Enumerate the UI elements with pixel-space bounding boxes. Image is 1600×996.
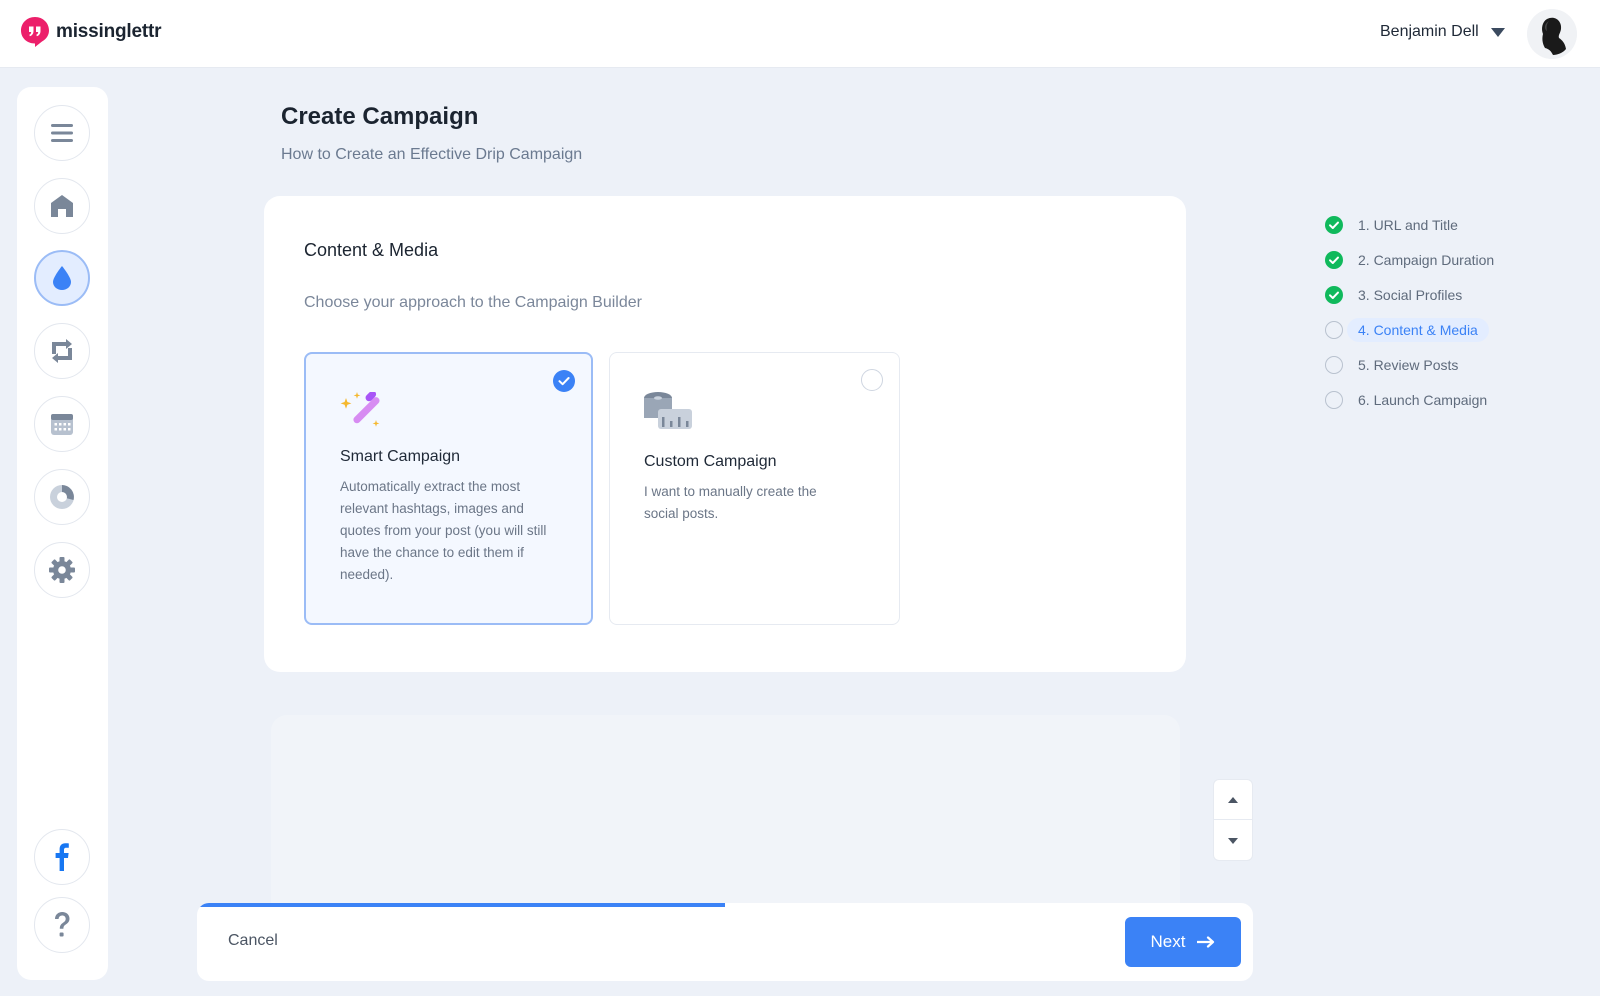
content-media-card: Content & Media Choose your approach to …: [264, 196, 1186, 672]
magic-wand-icon: [340, 392, 380, 427]
settings-button[interactable]: [34, 542, 90, 598]
progress-bar: [197, 903, 1253, 907]
step-label: 1. URL and Title: [1358, 217, 1458, 233]
check-circle-icon: [1325, 251, 1343, 269]
custom-campaign-option[interactable]: Custom Campaign I want to manually creat…: [609, 352, 900, 625]
user-name[interactable]: Benjamin Dell: [1380, 23, 1479, 41]
drop-icon: [53, 266, 71, 290]
progress-fill: [197, 903, 725, 907]
analytics-button[interactable]: [34, 469, 90, 525]
step-content-media[interactable]: 4. Content & Media: [1325, 317, 1489, 343]
arrow-right-icon: [1197, 936, 1215, 948]
empty-circle-icon: [1325, 356, 1343, 374]
check-circle-icon: [1325, 286, 1343, 304]
step-review-posts[interactable]: 5. Review Posts: [1325, 352, 1458, 378]
unselected-radio-icon: [861, 369, 883, 391]
caret-down-icon: [1228, 838, 1238, 844]
calendar-button[interactable]: [34, 396, 90, 452]
step-url-title[interactable]: 1. URL and Title: [1325, 212, 1458, 238]
caret-up-icon: [1228, 796, 1238, 803]
question-icon: [55, 912, 70, 937]
option-title: Custom Campaign: [644, 453, 777, 470]
option-description: Automatically extract the most relevant …: [340, 479, 547, 582]
chevron-down-icon[interactable]: [1491, 28, 1505, 38]
empty-circle-icon: [1325, 391, 1343, 409]
footer-bar: Cancel Next: [197, 903, 1253, 981]
avatar-silhouette-icon: [1527, 9, 1577, 59]
pie-chart-icon: [50, 485, 74, 509]
option-title: Smart Campaign: [340, 448, 461, 465]
calendar-icon: [51, 414, 73, 435]
home-button[interactable]: [34, 178, 90, 234]
cancel-button[interactable]: Cancel: [228, 932, 278, 950]
page-title: Create Campaign: [281, 103, 479, 130]
logo[interactable]: missinglettr: [20, 16, 161, 48]
repeat-button[interactable]: [34, 323, 90, 379]
menu-button[interactable]: [34, 105, 90, 161]
help-article-link[interactable]: How to Create an Effective Drip Campaign: [281, 146, 582, 164]
home-icon: [51, 195, 73, 217]
facebook-icon: [55, 843, 69, 871]
step-label: 3. Social Profiles: [1358, 287, 1463, 303]
measuring-tape-icon: [644, 392, 692, 429]
step-launch-campaign[interactable]: 6. Launch Campaign: [1325, 387, 1487, 413]
section-description: Choose your approach to the Campaign Bui…: [304, 294, 642, 311]
check-circle-icon: [1325, 216, 1343, 234]
repeat-icon: [52, 339, 72, 363]
sidebar: [17, 87, 108, 980]
background-panel: [271, 715, 1180, 905]
step-label: 2. Campaign Duration: [1358, 252, 1495, 268]
next-button-label: Next: [1150, 932, 1186, 951]
option-description: I want to manually create the social pos…: [644, 484, 817, 521]
logo-text: missinglettr: [56, 21, 162, 42]
gear-icon: [49, 557, 75, 583]
selected-check-icon: [553, 370, 575, 392]
empty-circle-icon: [1325, 321, 1343, 339]
help-button[interactable]: [34, 897, 90, 953]
step-label-current: 4. Content & Media: [1347, 318, 1489, 342]
top-bar: missinglettr Benjamin Dell: [0, 0, 1600, 68]
step-social-profiles[interactable]: 3. Social Profiles: [1325, 282, 1462, 308]
step-label: 6. Launch Campaign: [1358, 392, 1488, 408]
step-label: 5. Review Posts: [1358, 357, 1459, 373]
logo-icon: [21, 17, 49, 47]
drip-campaign-button[interactable]: [34, 250, 90, 306]
next-button[interactable]: Next: [1125, 917, 1241, 967]
step-campaign-duration[interactable]: 2. Campaign Duration: [1325, 247, 1494, 273]
scroll-controls: [1213, 779, 1253, 861]
scroll-down-button[interactable]: [1214, 821, 1252, 861]
smart-campaign-option[interactable]: Smart Campaign Automatically extract the…: [304, 352, 593, 625]
avatar[interactable]: [1527, 9, 1577, 59]
hamburger-icon: [51, 124, 73, 142]
section-title: Content & Media: [304, 240, 439, 260]
facebook-button[interactable]: [34, 829, 90, 885]
scroll-up-button[interactable]: [1214, 780, 1252, 820]
